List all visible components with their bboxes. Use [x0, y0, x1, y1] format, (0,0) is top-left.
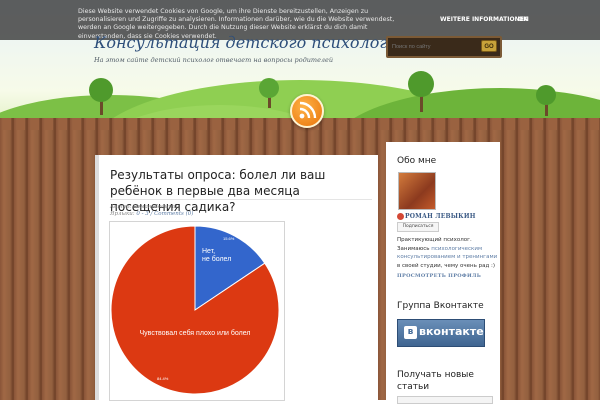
- divider: [110, 199, 372, 200]
- avatar[interactable]: [398, 172, 436, 210]
- search-box: GO: [386, 36, 502, 58]
- post-comments-link[interactable]: / Comments (0): [149, 211, 193, 217]
- subscribe-heading: Получать новые статьи: [397, 370, 474, 392]
- post-meta: Автор: Роман Левыкин Ярлыки: 0 - 3 / Com…: [110, 204, 193, 218]
- about-tail: в своей студии, чему очень рад :): [397, 262, 496, 269]
- vk-button-label: вконтакте: [419, 325, 484, 338]
- search-go-button[interactable]: GO: [481, 40, 497, 52]
- site-description: На этом сайте детский психолог отвечает …: [94, 56, 334, 64]
- site-title[interactable]: Консультация детского психолога: [94, 33, 397, 52]
- vk-group-heading: Группа Вконтакте: [397, 301, 484, 311]
- google-plus-icon: [397, 213, 404, 220]
- post-container-edge: [95, 155, 99, 400]
- post-labels-prefix: Ярлыки:: [110, 211, 137, 217]
- vk-group-button[interactable]: в вконтакте: [397, 319, 485, 347]
- about-heading: Обо мне: [397, 156, 437, 166]
- subscribe-widget[interactable]: [397, 396, 493, 404]
- profile-name-link[interactable]: РОМАН ЛЕВЫКИН: [405, 213, 476, 220]
- poll-chart: Нет, не болел Чувствовал себя плохо или бо…: [109, 221, 285, 401]
- search-input[interactable]: [392, 41, 476, 52]
- full-profile-link[interactable]: ПРОСМОТРЕТЬ ПРОФИЛЬ: [397, 273, 481, 279]
- follow-button[interactable]: Подписаться: [397, 222, 439, 232]
- slice-label: Чувствовал себя плохо или болел: [140, 329, 251, 337]
- value-label: 15.6%: [223, 236, 235, 241]
- rss-icon[interactable]: [290, 94, 324, 128]
- about-text: Практикующий психолог. Занимаюсь психоло…: [397, 236, 501, 270]
- cookie-ok-button[interactable]: OK: [518, 16, 528, 23]
- cookie-more-info-button[interactable]: WEITERE INFORMATIONEN: [440, 16, 529, 23]
- pie-chart: Нет, не болелЧувствовал себя плохо или бо…: [110, 225, 280, 395]
- vk-icon: в: [404, 326, 417, 339]
- value-label: 84.4%: [157, 376, 169, 381]
- post-author: Автор: Роман Левыкин: [110, 204, 180, 210]
- post-label-link[interactable]: 0 - 3: [136, 211, 148, 217]
